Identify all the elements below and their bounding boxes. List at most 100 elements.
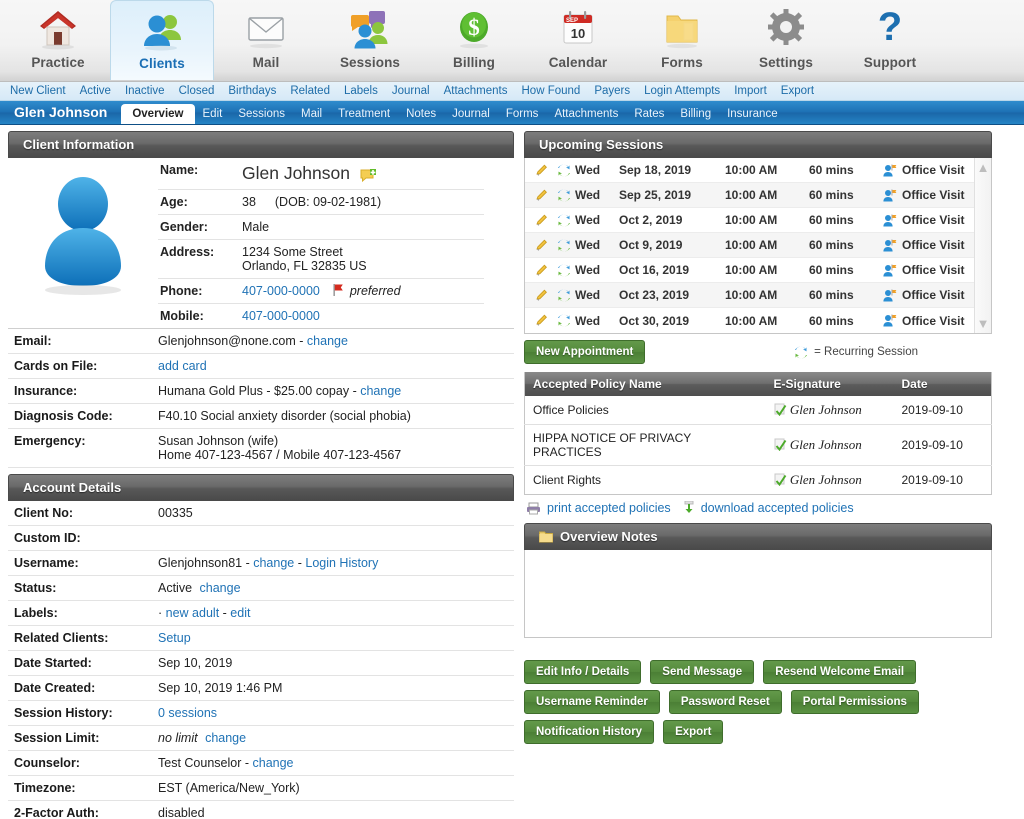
download-accepted-policies-link[interactable]: download accepted policies [701,501,854,515]
subnav-item-new-client[interactable]: New Client [10,85,66,97]
tab-notes[interactable]: Notes [398,105,444,124]
edit-pencil-icon[interactable] [531,189,553,202]
table-row: HIPPA NOTICE OF PRIVACY PRACTICES Glen J… [524,424,992,466]
nav-item-clients[interactable]: Clients [110,0,214,80]
printer-icon [526,502,541,515]
nav-item-settings[interactable]: Settings [734,0,838,80]
session-row[interactable]: Wed Oct 30, 2019 10:00 AM 60 mins Office… [525,308,974,333]
status-change-link[interactable]: change [200,581,241,595]
tab-attachments[interactable]: Attachments [546,105,626,124]
login-history-link[interactable]: Login History [305,556,378,570]
table-row: Session Limit: no limit change [8,725,514,751]
table-row: Date Started: Sep 10, 2019 [8,650,514,676]
portal-permissions-button[interactable]: Portal Permissions [790,690,919,714]
session-type: Office Visit [902,288,965,302]
subnav-item-attachments[interactable]: Attachments [444,85,508,97]
nav-item-billing[interactable]: $ Billing [422,0,526,80]
session-row[interactable]: Wed Oct 2, 2019 10:00 AM 60 mins Office … [525,208,974,233]
timezone-label: Timezone: [8,775,152,801]
subnav-item-birthdays[interactable]: Birthdays [228,85,276,97]
session-day: Wed [575,238,601,252]
field-row-cards-on-file: Cards on File: add card [8,353,514,379]
username-change-link[interactable]: change [253,556,294,570]
counselor-change-link[interactable]: change [253,756,294,770]
notification-history-button[interactable]: Notification History [524,720,655,744]
subnav-item-journal[interactable]: Journal [392,85,430,97]
edit-info-details-button[interactable]: Edit Info / Details [524,660,642,684]
session-history-value[interactable]: 0 sessions [158,706,217,720]
nav-item-practice[interactable]: Practice [6,0,110,80]
mobile-value[interactable]: 407-000-0000 [242,309,320,323]
sessions-scrollbar[interactable]: ▲ ▼ [974,158,991,333]
email-change-link[interactable]: change [307,334,348,348]
subnav-item-inactive[interactable]: Inactive [125,85,165,97]
tab-mail[interactable]: Mail [293,105,330,124]
nav-item-forms[interactable]: Forms [630,0,734,80]
email-label: Email: [8,329,152,354]
nav-item-sessions[interactable]: Sessions [318,0,422,80]
nav-item-calendar[interactable]: SEP 10 Calendar [526,0,630,80]
left-column: Client Information Name: Glen Johnson Ag… [8,131,514,819]
session-row[interactable]: Wed Oct 9, 2019 10:00 AM 60 mins Office … [525,233,974,258]
custom-id-value [152,525,514,551]
field-row-gender: Gender: Male [158,214,484,240]
labels-edit-link[interactable]: edit [230,606,250,620]
subnav-item-login-attempts[interactable]: Login Attempts [644,85,720,97]
new-appointment-button[interactable]: New Appointment [524,340,646,364]
subnav-item-related[interactable]: Related [290,85,330,97]
nav-item-support[interactable]: ? Support [838,0,942,80]
edit-pencil-icon[interactable] [531,164,553,177]
policy-date: 2019-09-10 [893,424,992,466]
session-row[interactable]: Wed Sep 18, 2019 10:00 AM 60 mins Office… [525,158,974,183]
subnav-item-active[interactable]: Active [80,85,111,97]
office-visit-icon [883,264,897,277]
session-row[interactable]: Wed Sep 25, 2019 10:00 AM 60 mins Office… [525,183,974,208]
username-reminder-button[interactable]: Username Reminder [524,690,660,714]
add-card-link[interactable]: add card [158,359,207,373]
session-row[interactable]: Wed Oct 16, 2019 10:00 AM 60 mins Office… [525,258,974,283]
subnav-item-closed[interactable]: Closed [179,85,215,97]
session-row[interactable]: Wed Oct 23, 2019 10:00 AM 60 mins Office… [525,283,974,308]
print-accepted-policies-link[interactable]: print accepted policies [547,501,671,515]
label-new-adult-link[interactable]: new adult [166,606,220,620]
tab-sessions[interactable]: Sessions [230,105,293,124]
recurring-session-icon [553,289,575,302]
subnav-item-export[interactable]: Export [781,85,814,97]
edit-pencil-icon[interactable] [531,239,553,252]
edit-pencil-icon[interactable] [531,214,553,227]
phone-value[interactable]: 407-000-0000 [242,284,320,298]
insurance-change-link[interactable]: change [360,384,401,398]
tab-edit[interactable]: Edit [195,105,231,124]
session-duration: 60 mins [809,163,854,177]
password-reset-button[interactable]: Password Reset [668,690,782,714]
tab-rates[interactable]: Rates [626,105,672,124]
tab-forms[interactable]: Forms [498,105,547,124]
tab-billing[interactable]: Billing [672,105,719,124]
esignature-header: E-Signature [765,372,894,396]
edit-pencil-icon[interactable] [531,314,553,327]
nav-item-mail[interactable]: Mail [214,0,318,80]
tab-insurance[interactable]: Insurance [719,105,786,124]
tab-treatment[interactable]: Treatment [330,105,398,124]
subnav-item-how-found[interactable]: How Found [522,85,581,97]
svg-text:10: 10 [571,26,585,41]
session-limit-change-link[interactable]: change [205,731,246,745]
chevron-down-icon[interactable]: ▼ [977,317,990,330]
send-message-button[interactable]: Send Message [650,660,755,684]
tab-journal[interactable]: Journal [444,105,498,124]
related-clients-setup-link[interactable]: Setup [158,631,191,645]
resend-welcome-email-button[interactable]: Resend Welcome Email [763,660,917,684]
export-button[interactable]: Export [663,720,724,744]
subnav-item-import[interactable]: Import [734,85,767,97]
session-day: Wed [575,163,601,177]
overview-notes-content[interactable] [524,550,992,638]
subnav-item-payers[interactable]: Payers [594,85,630,97]
edit-pencil-icon[interactable] [531,264,553,277]
session-day: Wed [575,213,601,227]
chevron-up-icon[interactable]: ▲ [977,161,990,174]
insurance-label: Insurance: [8,378,152,404]
subnav-item-labels[interactable]: Labels [344,85,378,97]
add-note-icon[interactable] [360,168,377,183]
tab-overview[interactable]: Overview [121,104,195,124]
edit-pencil-icon[interactable] [531,289,553,302]
